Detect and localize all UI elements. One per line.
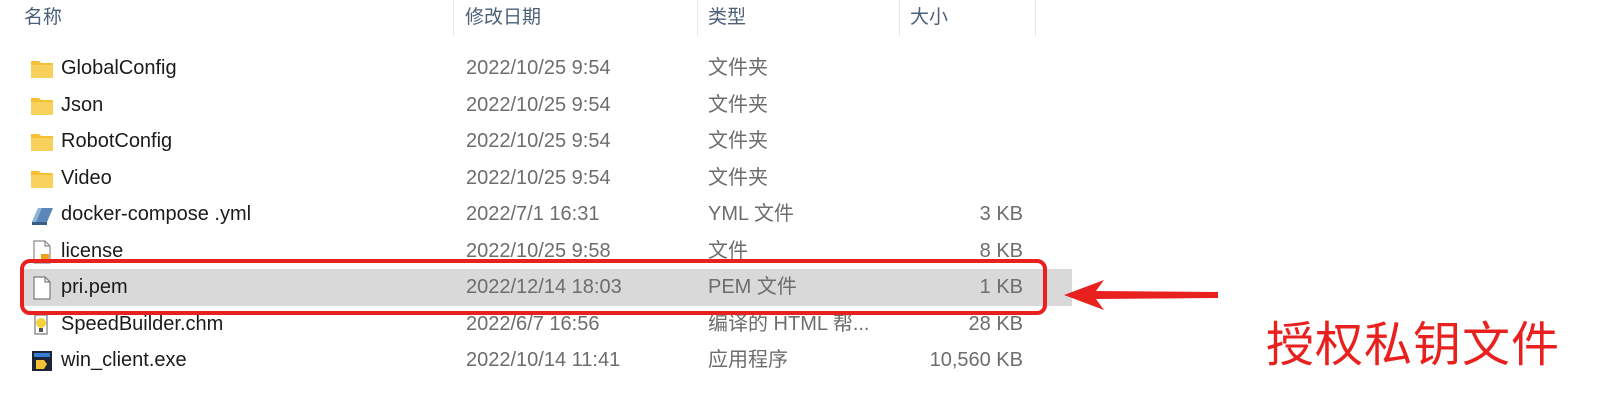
file-type: 文件夹 [708, 166, 768, 189]
file-size [910, 160, 1023, 197]
file-date: 2022/10/25 9:54 [466, 130, 611, 152]
annotation-label: 授权私钥文件 [1266, 317, 1561, 373]
annotation-arrow-icon [1064, 280, 1218, 310]
file-type: 文件夹 [708, 57, 768, 79]
file-date: 2022/10/14 11:41 [466, 349, 621, 371]
file-name: RobotConfig [61, 130, 173, 152]
column-divider[interactable] [697, 0, 698, 36]
file-type: 文件夹 [708, 93, 768, 116]
file-row-json[interactable]: Json 2022/10/25 9:54 文件夹 [20, 87, 1072, 124]
file-row-docker-compose[interactable]: docker-compose .yml 2022/7/1 16:31 YML 文… [20, 196, 1072, 233]
column-divider[interactable] [899, 0, 900, 36]
file-name: win_client.exe [61, 349, 187, 371]
file-row-globalconfig[interactable]: GlobalConfig 2022/10/25 9:54 文件夹 [20, 50, 1072, 87]
highlight-box [20, 259, 1047, 315]
file-date: 2022/10/25 9:54 [466, 93, 611, 116]
column-header: 名称 修改日期 类型 大小 [0, 0, 1100, 36]
file-name: docker-compose .yml [61, 203, 252, 225]
file-size: 10,560 KB [929, 349, 1023, 371]
file-date: 2022/10/25 9:54 [466, 57, 611, 79]
folder-icon [31, 61, 53, 78]
file-name: Video [61, 166, 112, 189]
file-name: GlobalConfig [61, 57, 177, 79]
column-divider[interactable] [1035, 0, 1036, 36]
column-header-name[interactable]: 名称 [24, 0, 62, 36]
exe-file-icon [32, 351, 52, 371]
file-size [910, 123, 1023, 160]
file-name: Json [61, 93, 104, 116]
file-explorer: 名称 修改日期 类型 大小 GlobalConfig 2022/10/25 9:… [0, 0, 1100, 410]
folder-icon [31, 170, 53, 188]
column-divider[interactable] [453, 0, 454, 36]
file-size: 3 KB [979, 203, 1023, 225]
file-date: 2022/10/25 9:54 [466, 166, 611, 189]
yml-file-icon [32, 208, 53, 225]
folder-icon [31, 134, 53, 151]
chm-file-icon [34, 313, 48, 335]
file-type: 应用程序 [708, 349, 788, 371]
file-row-robotconfig[interactable]: RobotConfig 2022/10/25 9:54 文件夹 [20, 123, 1072, 160]
file-size [910, 87, 1023, 124]
file-row-win-client[interactable]: win_client.exe 2022/10/14 11:41 应用程序 10,… [20, 342, 1072, 379]
file-type: 文件夹 [708, 130, 768, 152]
file-date: 2022/7/1 16:31 [466, 203, 600, 225]
folder-icon [31, 97, 53, 115]
column-header-type[interactable]: 类型 [708, 0, 746, 36]
file-type: YML 文件 [708, 203, 794, 225]
file-size [910, 50, 1023, 87]
column-header-date[interactable]: 修改日期 [465, 0, 541, 36]
file-row-video[interactable]: Video 2022/10/25 9:54 文件夹 [20, 160, 1072, 197]
column-header-size[interactable]: 大小 [910, 0, 948, 36]
